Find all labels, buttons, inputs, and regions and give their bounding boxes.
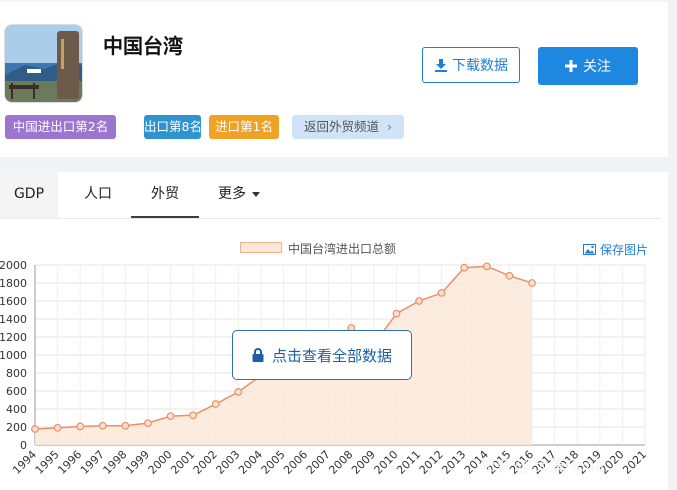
x-tick-label: 2007 bbox=[304, 448, 333, 477]
follow-button[interactable]: 关注 bbox=[538, 47, 638, 85]
data-point bbox=[31, 425, 39, 433]
legend-swatch bbox=[240, 242, 282, 253]
tab-population[interactable]: 人口 bbox=[70, 172, 126, 218]
caret-down-icon bbox=[252, 191, 260, 197]
y-tick-label: 400 bbox=[6, 403, 27, 416]
plus-icon bbox=[565, 60, 577, 72]
x-tick-label: 2002 bbox=[191, 448, 220, 477]
tab-gdp[interactable]: GDP bbox=[0, 172, 58, 218]
data-point bbox=[144, 419, 152, 428]
view-all-data-button[interactable]: 点击查看全部数据 bbox=[232, 330, 412, 380]
data-point bbox=[166, 412, 175, 421]
country-header-card: 中国台湾 下载数据 关注 中国进出口第2名 出口第8名 进口第1名 返回外贸频道… bbox=[0, 2, 668, 157]
data-point bbox=[482, 262, 491, 271]
data-point bbox=[392, 309, 401, 318]
y-tick-label: 800 bbox=[6, 367, 27, 380]
stats-card: GDP 人口 外贸 更多 中国台湾进出口总额 保存图片 0 200 400 600 80… bbox=[0, 172, 668, 490]
follow-label: 关注 bbox=[583, 59, 611, 75]
x-tick-label: 2004 bbox=[236, 448, 265, 477]
data-point bbox=[528, 279, 536, 287]
watermark: 知乎 @ 大漠Fiona bbox=[480, 457, 605, 475]
y-tick-label: 2000 bbox=[0, 259, 27, 272]
landscape-photo-icon bbox=[5, 25, 82, 102]
legend-label: 中国台湾进出口总额 bbox=[288, 242, 397, 256]
data-point bbox=[98, 421, 107, 430]
y-tick-label: 200 bbox=[6, 421, 27, 434]
image-icon bbox=[583, 244, 596, 255]
data-point bbox=[437, 289, 446, 297]
x-tick-label: 2012 bbox=[417, 448, 446, 477]
download-icon bbox=[435, 59, 447, 72]
data-point bbox=[415, 297, 423, 305]
data-point bbox=[53, 423, 62, 432]
tab-trade[interactable]: 外贸 bbox=[131, 172, 199, 218]
x-tick-label: 2008 bbox=[326, 448, 355, 477]
x-tick-label: 2021 bbox=[620, 448, 649, 477]
data-point bbox=[234, 387, 243, 396]
y-tick-label: 1800 bbox=[0, 277, 27, 290]
download-data-label: 下载数据 bbox=[452, 58, 508, 74]
x-tick-label: 2000 bbox=[146, 448, 175, 477]
x-tick-label: 1999 bbox=[123, 448, 152, 477]
tab-bar: GDP 人口 外贸 更多 bbox=[0, 172, 660, 219]
y-tick-label: 1600 bbox=[0, 295, 27, 308]
data-point bbox=[211, 400, 220, 408]
x-tick-label: 2001 bbox=[168, 448, 197, 477]
x-tick-label: 2006 bbox=[281, 448, 310, 477]
download-data-button[interactable]: 下载数据 bbox=[422, 47, 520, 83]
x-tick-label: 1994 bbox=[10, 448, 39, 477]
tag-trade-rank[interactable]: 中国进出口第2名 bbox=[5, 115, 116, 139]
data-point bbox=[505, 271, 514, 280]
y-tick-label: 1400 bbox=[0, 313, 27, 326]
y-tick-label: 600 bbox=[6, 385, 27, 398]
y-tick-label: 1000 bbox=[0, 349, 27, 362]
chevron-right-icon: › bbox=[387, 119, 392, 134]
view-all-data-label: 点击查看全部数据 bbox=[271, 346, 392, 365]
save-image-button[interactable]: 保存图片 bbox=[583, 241, 648, 258]
x-tick-label: 2005 bbox=[259, 448, 288, 477]
country-photo bbox=[4, 24, 83, 103]
data-point bbox=[189, 411, 198, 420]
tag-import-rank[interactable]: 进口第1名 bbox=[209, 115, 279, 139]
x-tick-label: 1995 bbox=[33, 448, 62, 477]
x-tick-label: 2013 bbox=[439, 448, 468, 477]
x-tick-label: 2003 bbox=[213, 448, 242, 477]
lock-icon bbox=[252, 348, 264, 362]
x-tick-label: 2010 bbox=[372, 448, 401, 477]
x-tick-label: 1997 bbox=[78, 448, 107, 477]
data-point bbox=[460, 263, 469, 272]
back-to-trade-channel-link[interactable]: 返回外贸频道 › bbox=[292, 115, 404, 139]
data-point bbox=[121, 421, 130, 430]
x-tick-label: 1998 bbox=[101, 448, 130, 477]
x-tick-label: 2011 bbox=[394, 448, 423, 477]
back-to-trade-channel-label: 返回外贸频道 bbox=[303, 119, 379, 134]
x-tick-label: 2009 bbox=[349, 448, 378, 477]
y-tick-label: 1200 bbox=[0, 331, 27, 344]
tag-export-rank[interactable]: 出口第8名 bbox=[144, 115, 202, 139]
data-point bbox=[76, 422, 85, 431]
y-tick-label: 0 bbox=[20, 439, 27, 452]
page-title: 中国台湾 bbox=[103, 34, 183, 58]
x-tick-label: 1996 bbox=[55, 448, 84, 477]
tab-more-dropdown[interactable]: 更多 bbox=[203, 172, 275, 218]
tab-more-label: 更多 bbox=[218, 186, 246, 202]
save-image-label: 保存图片 bbox=[600, 243, 649, 257]
